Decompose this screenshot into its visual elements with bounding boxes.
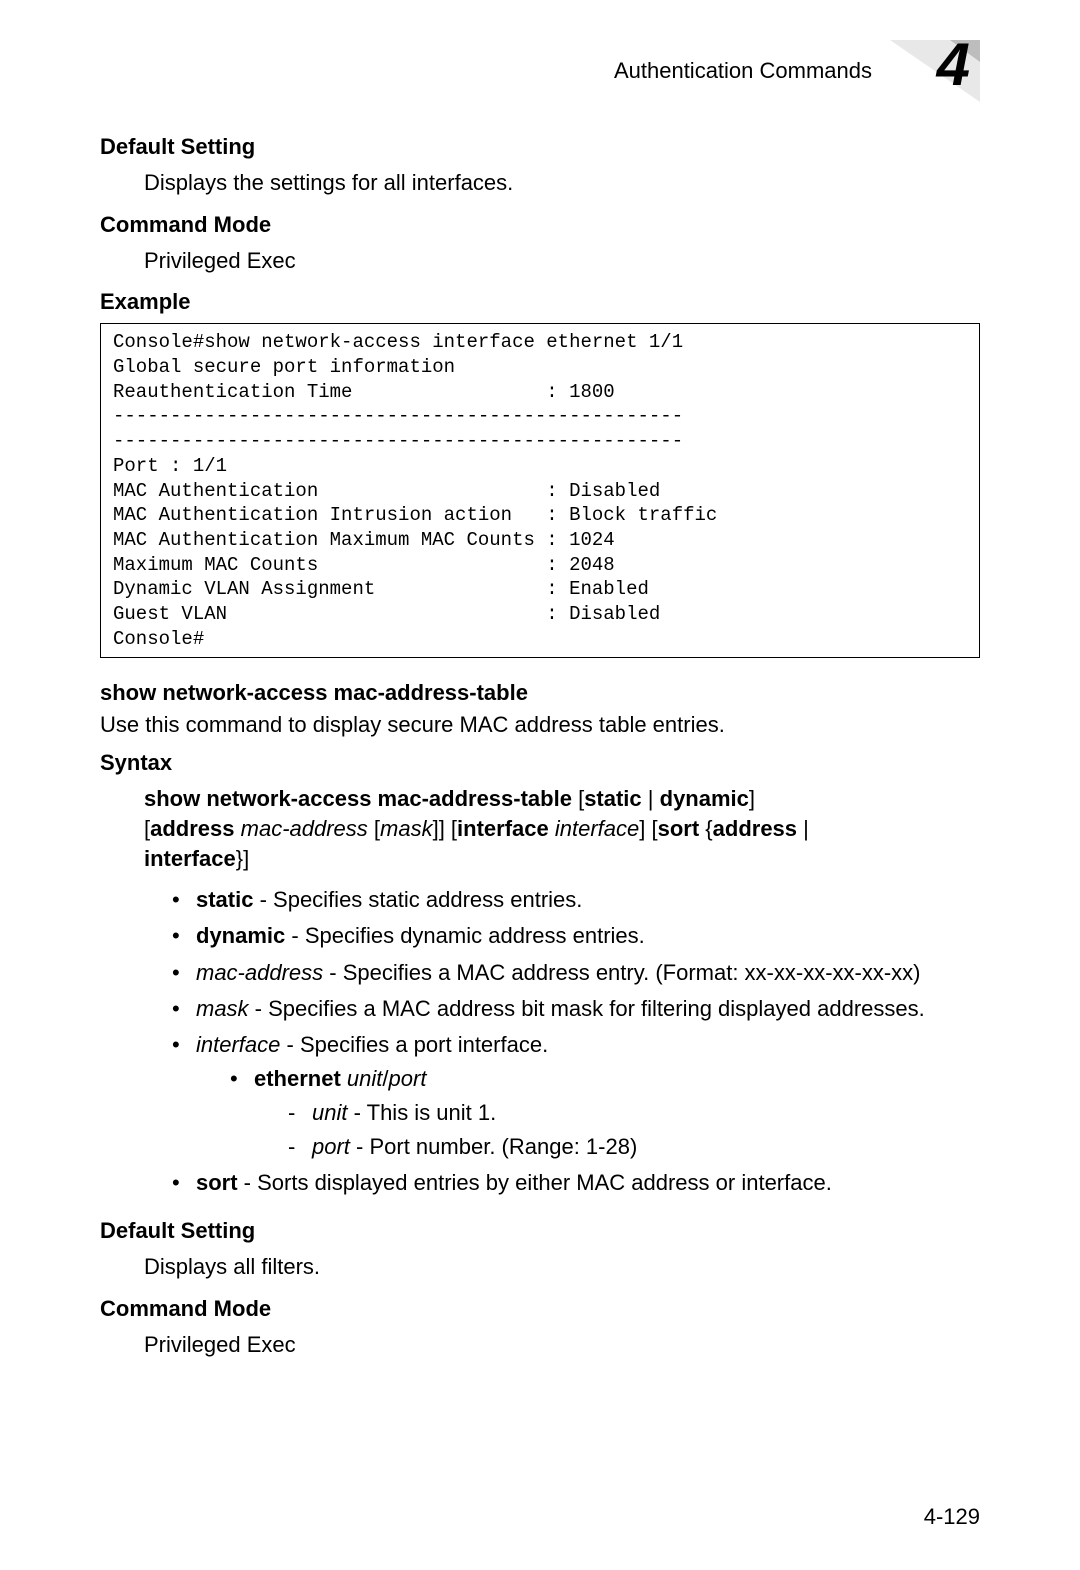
- heading-default-setting-1: Default Setting: [100, 134, 980, 160]
- page-content: Authentication Commands 4 Default Settin…: [0, 0, 1080, 1360]
- bullet-mac-address: mac-address - Specifies a MAC address en…: [172, 956, 980, 990]
- bullet-interface: interface - Specifies a port interface. …: [172, 1028, 980, 1164]
- heading-syntax: Syntax: [100, 750, 980, 776]
- bullet-ethernet: ethernet unit/port unit - This is unit 1…: [230, 1062, 980, 1164]
- bullet-port: port - Port number. (Range: 1-28): [288, 1130, 980, 1164]
- page-header: Authentication Commands 4: [100, 40, 980, 102]
- heading-example: Example: [100, 289, 980, 315]
- heading-command-mode-2: Command Mode: [100, 1296, 980, 1322]
- command-title: show network-access mac-address-table: [100, 680, 980, 706]
- heading-default-setting-2: Default Setting: [100, 1218, 980, 1244]
- text-command-mode-1: Privileged Exec: [144, 246, 980, 276]
- syntax-bullets: static - Specifies static address entrie…: [172, 883, 980, 1200]
- syntax-block: show network-access mac-address-table [s…: [144, 784, 980, 873]
- example-output-box: Console#show network-access interface et…: [100, 323, 980, 658]
- bullet-unit: unit - This is unit 1.: [288, 1096, 980, 1130]
- bullet-dynamic: dynamic - Specifies dynamic address entr…: [172, 919, 980, 953]
- text-default-setting-1: Displays the settings for all interfaces…: [144, 168, 980, 198]
- header-title: Authentication Commands: [614, 58, 872, 84]
- chapter-icon: 4: [890, 40, 980, 102]
- nested-unit-port: unit - This is unit 1. port - Port numbe…: [288, 1096, 980, 1164]
- bullet-sort: sort - Sorts displayed entries by either…: [172, 1166, 980, 1200]
- bullet-static: static - Specifies static address entrie…: [172, 883, 980, 917]
- text-default-setting-2: Displays all filters.: [144, 1252, 980, 1282]
- text-command-mode-2: Privileged Exec: [144, 1330, 980, 1360]
- nested-ethernet: ethernet unit/port unit - This is unit 1…: [230, 1062, 980, 1164]
- heading-command-mode-1: Command Mode: [100, 212, 980, 238]
- command-description: Use this command to display secure MAC a…: [100, 712, 980, 738]
- syntax-cmd: show network-access mac-address-table: [144, 786, 572, 811]
- chapter-number: 4: [937, 30, 970, 99]
- bullet-mask: mask - Specifies a MAC address bit mask …: [172, 992, 980, 1026]
- page-number: 4-129: [924, 1504, 980, 1530]
